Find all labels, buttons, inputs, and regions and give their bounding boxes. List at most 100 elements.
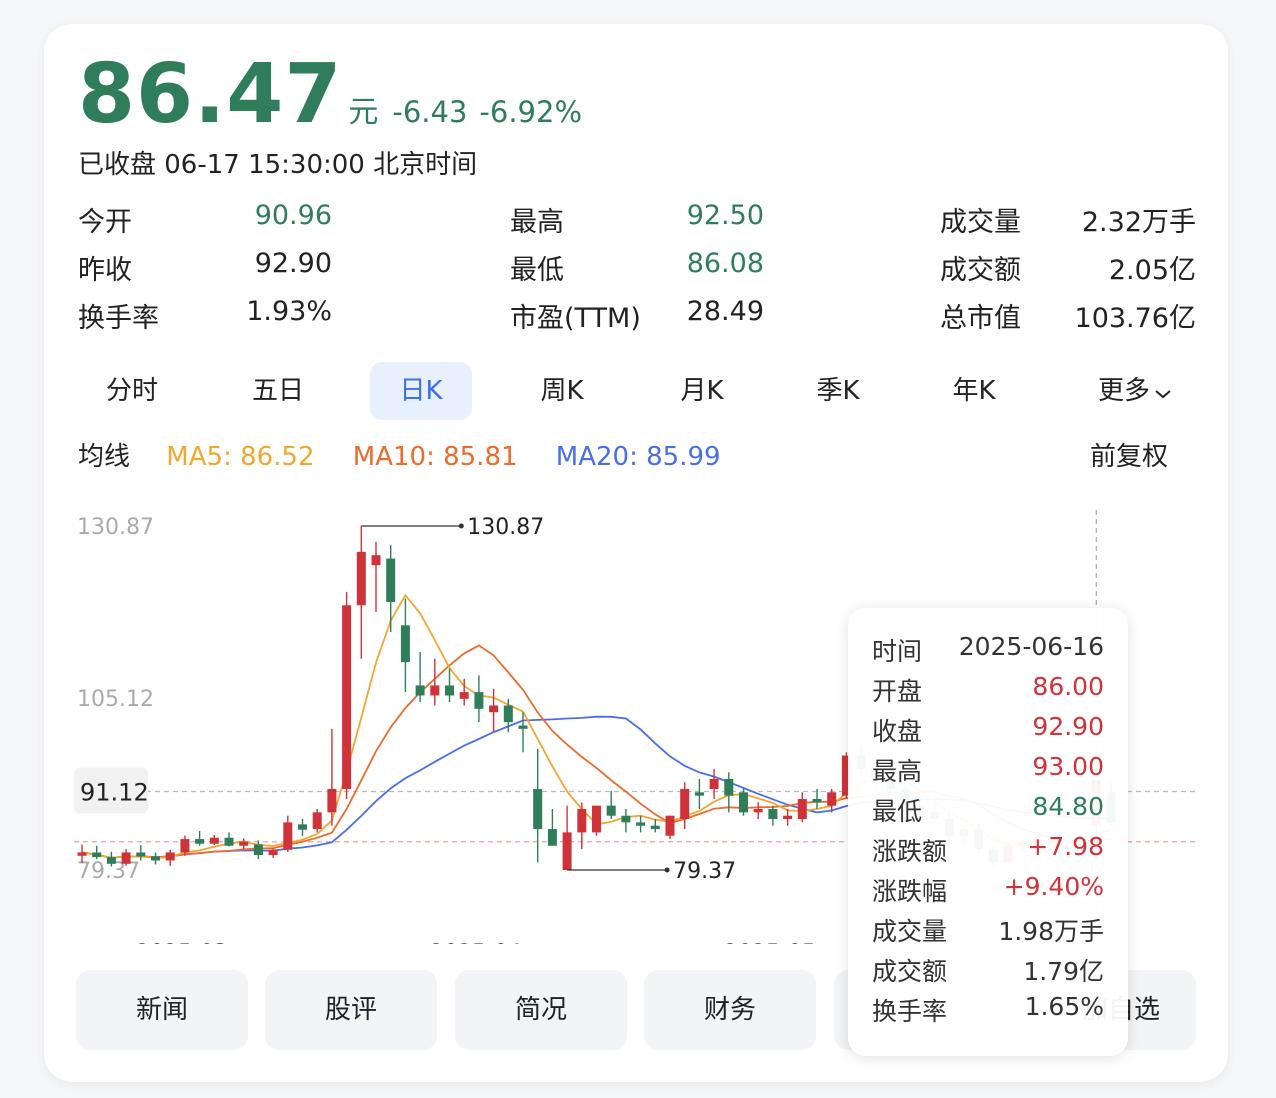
ma5-value: MA5: 86.52 — [166, 442, 315, 472]
tooltip-value: 2025-06-16 — [958, 632, 1104, 661]
y-tick-label: 130.87 — [77, 515, 154, 540]
candle-body — [136, 852, 146, 857]
candle-body — [680, 788, 690, 820]
min-marker-dot — [664, 867, 670, 873]
stat-value-high: 92.50 — [686, 200, 764, 231]
tab-five-day[interactable]: 五日 — [224, 362, 332, 420]
candle-body — [121, 852, 131, 864]
y-tick-label: 105.12 — [77, 687, 154, 712]
market-status: 已收盘 06-17 15:30:00 北京时间 — [78, 150, 478, 180]
x-tick-label: 2025-04 — [430, 941, 522, 944]
tooltip-label: 时间 — [872, 637, 923, 666]
stat-value-prev-close: 92.90 — [254, 248, 332, 279]
candle-body — [812, 798, 822, 803]
stat-label-low: 最低 — [510, 255, 564, 286]
candle-body — [283, 822, 293, 850]
ma20-value: MA20: 85.99 — [555, 442, 721, 472]
candle-body — [724, 778, 734, 796]
candle-body — [92, 852, 102, 858]
price-change: -6.43 — [392, 95, 468, 129]
price-unit: 元 — [348, 95, 379, 130]
current-price-label: 91.12 — [80, 779, 149, 807]
news-button[interactable]: 新闻 — [76, 970, 248, 1050]
x-tick-label: 2025-03 — [136, 941, 228, 944]
candle-body — [77, 852, 87, 856]
tooltip-label: 开盘 — [872, 677, 923, 706]
stat-value-open: 90.96 — [254, 200, 332, 231]
price-header: 86.47 元 -6.43 -6.92% — [78, 54, 582, 136]
candle-body — [195, 839, 205, 844]
chevron-down-icon — [1154, 363, 1172, 421]
price-change-percent: -6.92% — [479, 95, 583, 129]
tooltip-row-change: 涨跌额 +7.98 — [872, 832, 1104, 872]
stat-label-pe: 市盈(TTM) — [510, 303, 641, 334]
tooltip-row-time: 时间 2025-06-16 — [872, 632, 1104, 672]
stat-label-amount: 成交额 — [940, 255, 1021, 286]
candle-body — [547, 829, 557, 846]
candle-body — [224, 837, 234, 846]
tooltip-label: 最低 — [872, 797, 923, 826]
tooltip-value: 93.00 — [1032, 752, 1104, 781]
tab-weekly-k[interactable]: 周K — [508, 362, 616, 420]
stat-label-prev-close: 昨收 — [78, 255, 132, 286]
tab-intraday[interactable]: 分时 — [78, 362, 186, 420]
tooltip-label: 成交额 — [872, 957, 948, 986]
tab-yearly-k[interactable]: 年K — [920, 362, 1028, 420]
candle-tooltip: 时间 2025-06-16 开盘 86.00 收盘 92.90 最高 93.00 最低 8… — [848, 608, 1128, 1056]
stat-label-open: 今开 — [78, 207, 132, 238]
stat-label-turnover: 换手率 — [78, 303, 159, 334]
tab-more-label: 更多 — [1097, 376, 1150, 406]
candle-body — [327, 788, 337, 813]
tooltip-label: 最高 — [872, 757, 923, 786]
moving-average-legend: 均线 MA5: 86.52 MA10: 85.81 MA20: 85.99 前复… — [78, 436, 1196, 473]
candle-body — [430, 685, 440, 696]
stat-value-amount: 2.05亿 — [1108, 255, 1196, 286]
tooltip-value: 86.00 — [1032, 672, 1104, 701]
tooltip-row-low: 最低 84.80 — [872, 792, 1104, 832]
candle-body — [650, 825, 660, 830]
max-marker-label: 130.87 — [467, 515, 544, 540]
tab-daily-k[interactable]: 日K — [370, 362, 472, 420]
ma-label: 均线 — [78, 442, 131, 472]
candle-body — [400, 625, 410, 663]
comments-button[interactable]: 股评 — [265, 970, 437, 1050]
candle-body — [459, 692, 469, 699]
candle-body — [180, 839, 190, 853]
candle-body — [298, 824, 307, 830]
candle-body — [209, 837, 219, 844]
min-marker-label: 79.37 — [673, 859, 736, 884]
current-price: 86.47 — [78, 47, 343, 142]
tooltip-label: 涨跌幅 — [872, 877, 948, 906]
candle-body — [386, 558, 396, 602]
candle-body — [151, 856, 160, 861]
candle-body — [312, 812, 322, 830]
candle-body — [106, 857, 116, 864]
tooltip-row-turnover: 换手率 1.65% — [872, 992, 1104, 1032]
candle-body — [533, 788, 543, 830]
candle-body — [518, 725, 528, 729]
stat-value-pe: 28.49 — [686, 296, 764, 327]
tooltip-value: +7.98 — [1027, 832, 1104, 861]
tooltip-label: 收盘 — [872, 717, 923, 746]
candle-body — [621, 815, 631, 823]
candle-body — [371, 555, 381, 566]
tab-more[interactable]: 更多 — [1074, 362, 1196, 420]
candle-body — [636, 822, 646, 826]
tooltip-value: 1.65% — [1024, 992, 1104, 1021]
tooltip-value: 84.80 — [1032, 792, 1104, 821]
period-tabs: 分时 五日 日K 周K 月K 季K 年K 更多 — [78, 362, 1196, 420]
candle-body — [797, 798, 807, 820]
stat-label-market-cap: 总市值 — [940, 303, 1021, 334]
stat-value-market-cap: 103.76亿 — [1074, 303, 1196, 334]
candle-body — [562, 832, 572, 870]
tab-quarterly-k[interactable]: 季K — [784, 362, 892, 420]
tab-monthly-k[interactable]: 月K — [648, 362, 756, 420]
candle-body — [783, 815, 793, 820]
finance-button[interactable]: 财务 — [644, 970, 816, 1050]
adjust-mode-button[interactable]: 前复权 — [1090, 436, 1168, 473]
candle-body — [445, 685, 454, 696]
stat-value-volume: 2.32万手 — [1081, 207, 1196, 238]
profile-button[interactable]: 简况 — [455, 970, 627, 1050]
stock-quote-card: 86.47 元 -6.43 -6.92% 已收盘 06-17 15:30:00 … — [44, 24, 1228, 1082]
candle-body — [474, 692, 484, 709]
